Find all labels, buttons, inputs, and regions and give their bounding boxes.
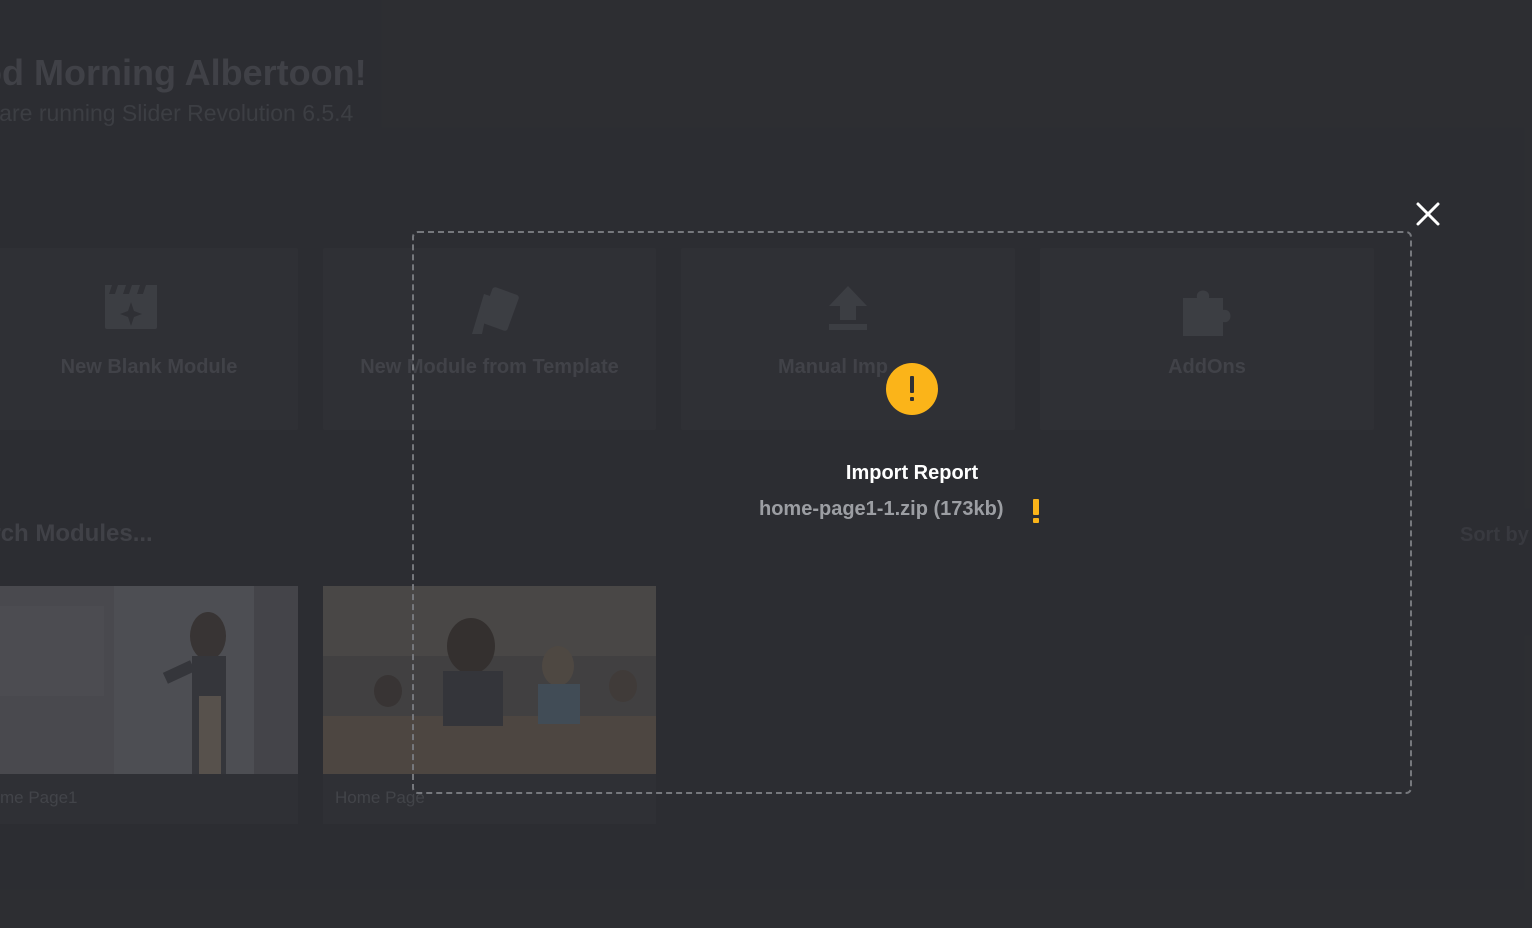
import-file-name: home-page1-1.zip (173kb) [759, 498, 1004, 520]
file-warning-icon [1033, 499, 1039, 523]
import-report-title: Import Report [845, 462, 979, 484]
warning-icon [886, 363, 938, 415]
close-icon[interactable] [1414, 200, 1442, 228]
